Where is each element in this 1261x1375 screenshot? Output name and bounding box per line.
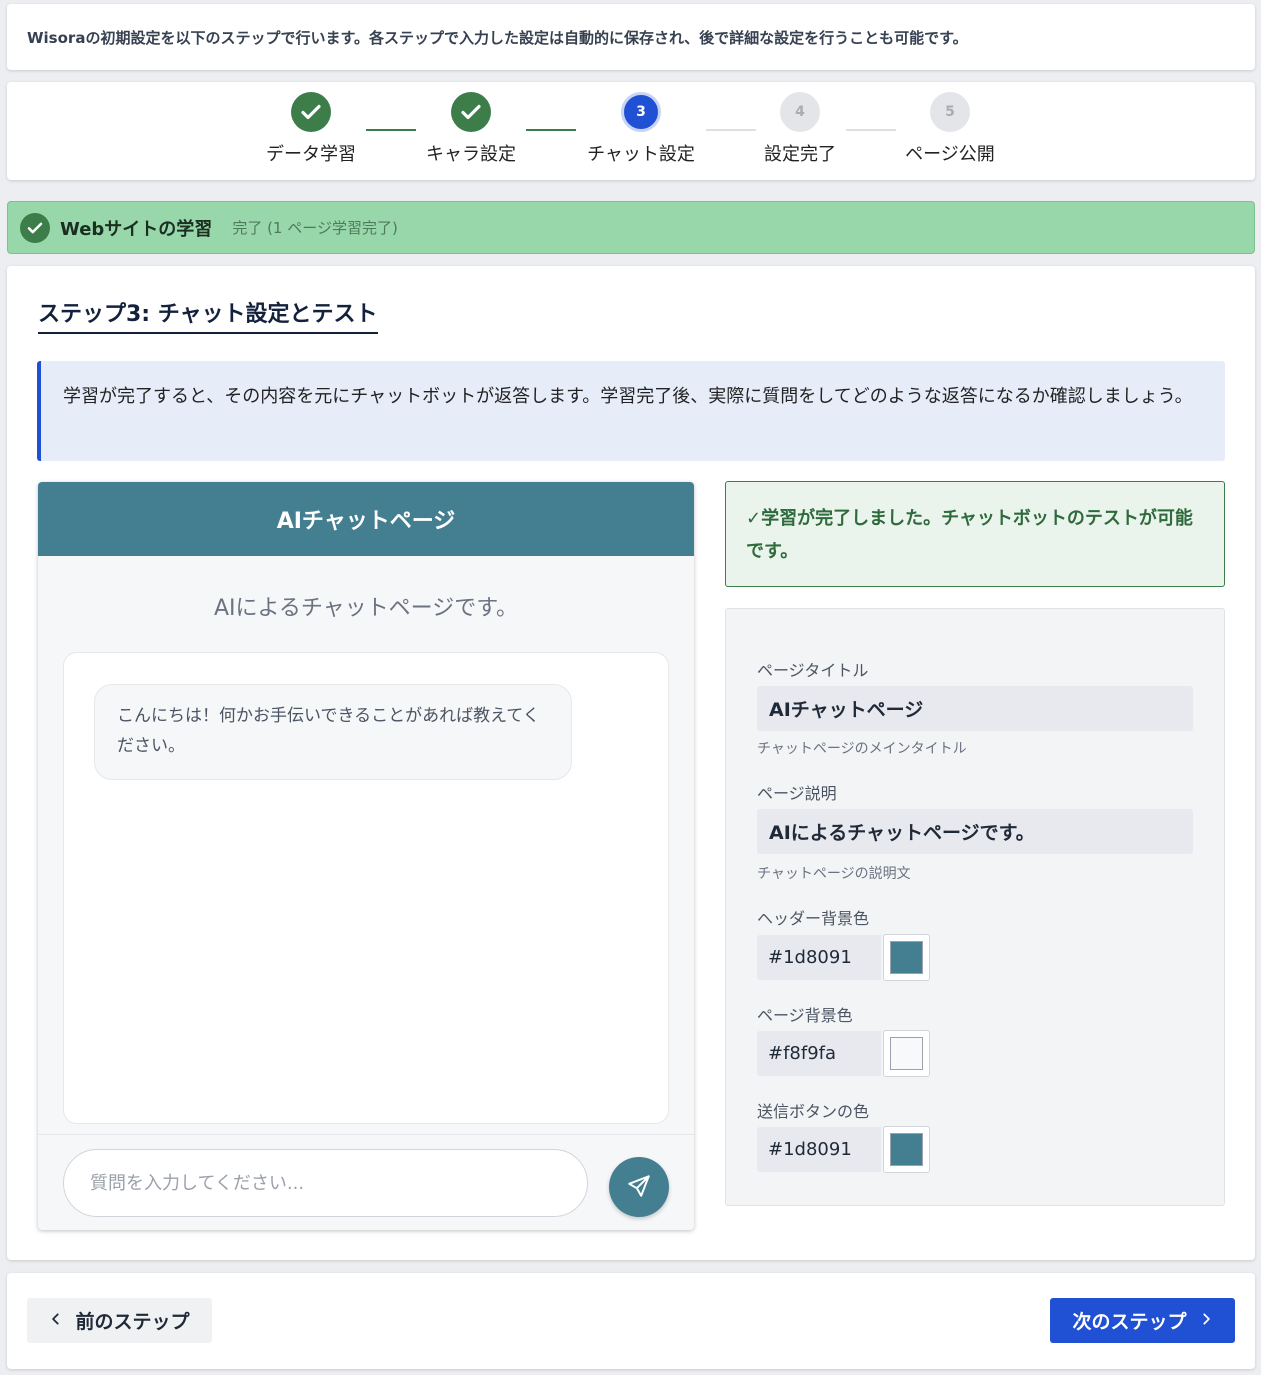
step-label: ページ公開 (905, 144, 995, 165)
send-button-color-label: 送信ボタンの色 (757, 1102, 870, 1121)
next-step-label: 次のステップ (1072, 1311, 1187, 1333)
page-title-input[interactable]: AIチャットページ (757, 686, 1193, 731)
color-swatch (890, 1133, 923, 1166)
step-character-settings[interactable]: キャラ設定 (421, 92, 521, 166)
send-button-color-field: #1d8091 (757, 1126, 930, 1173)
check-icon (451, 92, 491, 132)
send-button-color-picker[interactable] (883, 1126, 930, 1173)
chat-settings-form: ページタイトル AIチャットページ チャットページのメインタイトル ページ説明 … (725, 608, 1225, 1206)
step-setup-complete[interactable]: 4 設定完了 (750, 92, 850, 166)
page-title-label: ページタイトル (757, 661, 869, 680)
intro-text: Wisoraの初期設定を以下のステップで行います。各ステップで入力した設定は自動… (27, 28, 968, 47)
chevron-right-icon (1199, 1310, 1213, 1331)
page-description-help: チャットページの説明文 (757, 866, 911, 882)
send-icon (626, 1173, 652, 1202)
step-label: データ学習 (266, 144, 356, 165)
header-bg-color-input[interactable]: #1d8091 (757, 935, 881, 980)
chevron-left-icon (49, 1310, 63, 1331)
chat-title: AIチャットページ (276, 509, 456, 534)
step-data-learning[interactable]: データ学習 (261, 92, 361, 166)
previous-step-button[interactable]: 前のステップ (27, 1298, 212, 1343)
header-bg-color-label: ヘッダー背景色 (757, 909, 870, 928)
previous-step-label: 前のステップ (75, 1311, 190, 1333)
page-bg-color-field: #f8f9fa (757, 1030, 930, 1077)
chat-description: AIによるチャットページです。 (213, 596, 519, 621)
page-bg-color-label: ページ背景色 (757, 1006, 853, 1025)
main-panel: ステップ3: チャット設定とテスト 学習が完了すると、その内容を元にチャットボッ… (7, 266, 1255, 1260)
page-bg-color-picker[interactable] (883, 1030, 930, 1077)
learning-complete-alert: ✓学習が完了しました。チャットボットのテストが可能です。 (725, 481, 1225, 587)
status-detail: 完了 (1 ページ学習完了) (232, 219, 398, 237)
step-label: キャラ設定 (426, 144, 516, 165)
step-number: 3 (621, 92, 661, 132)
next-step-button[interactable]: 次のステップ (1050, 1298, 1235, 1343)
step-connector (526, 129, 576, 131)
step-number: 5 (930, 92, 970, 132)
send-button[interactable] (609, 1157, 669, 1217)
page-description-label: ページ説明 (757, 784, 837, 803)
step-chat-settings[interactable]: 3 チャット設定 (581, 92, 701, 166)
step-connector (366, 129, 416, 131)
color-swatch (890, 1037, 923, 1070)
bottom-navigation: 前のステップ 次のステップ (7, 1273, 1255, 1369)
header-bg-color-picker[interactable] (883, 934, 930, 981)
header-bg-color-field: #1d8091 (757, 934, 930, 981)
section-title: ステップ3: チャット設定とテスト (38, 296, 378, 334)
color-swatch (890, 941, 923, 974)
page-bg-color-input[interactable]: #f8f9fa (757, 1031, 881, 1076)
step-page-publish[interactable]: 5 ページ公開 (900, 92, 1000, 166)
info-callout: 学習が完了すると、その内容を元にチャットボットが返答します。学習完了後、実際に質… (37, 361, 1225, 461)
page-title-help: チャットページのメインタイトル (757, 741, 967, 757)
step-label: チャット設定 (587, 144, 695, 165)
chat-preview: AIチャットページ AIによるチャットページです。 こんにちは！何かお手伝いでき… (38, 482, 694, 1230)
chat-message-input[interactable] (63, 1149, 588, 1217)
chat-header: AIチャットページ (38, 482, 694, 556)
check-icon (291, 92, 331, 132)
send-button-color-input[interactable]: #1d8091 (757, 1127, 881, 1172)
setup-stepper: データ学習 キャラ設定 3 チャット設定 4 設定完了 5 ページ公開 (7, 82, 1255, 180)
bot-message-bubble: こんにちは！何かお手伝いできることがあれば教えてください。 (94, 684, 572, 780)
check-circle-icon (20, 212, 50, 243)
step-label: 設定完了 (764, 144, 836, 165)
step-number: 4 (780, 92, 820, 132)
page-description-input[interactable]: AIによるチャットページです。 (757, 809, 1193, 854)
chat-footer (38, 1134, 694, 1230)
intro-banner: Wisoraの初期設定を以下のステップで行います。各ステップで入力した設定は自動… (7, 4, 1255, 70)
status-title: Webサイトの学習 (60, 218, 213, 240)
learning-status-bar: Webサイトの学習 完了 (1 ページ学習完了) (7, 201, 1255, 254)
step-connector (846, 129, 896, 131)
step-connector (706, 129, 756, 131)
chat-messages-area[interactable]: こんにちは！何かお手伝いできることがあれば教えてください。 (63, 652, 669, 1124)
